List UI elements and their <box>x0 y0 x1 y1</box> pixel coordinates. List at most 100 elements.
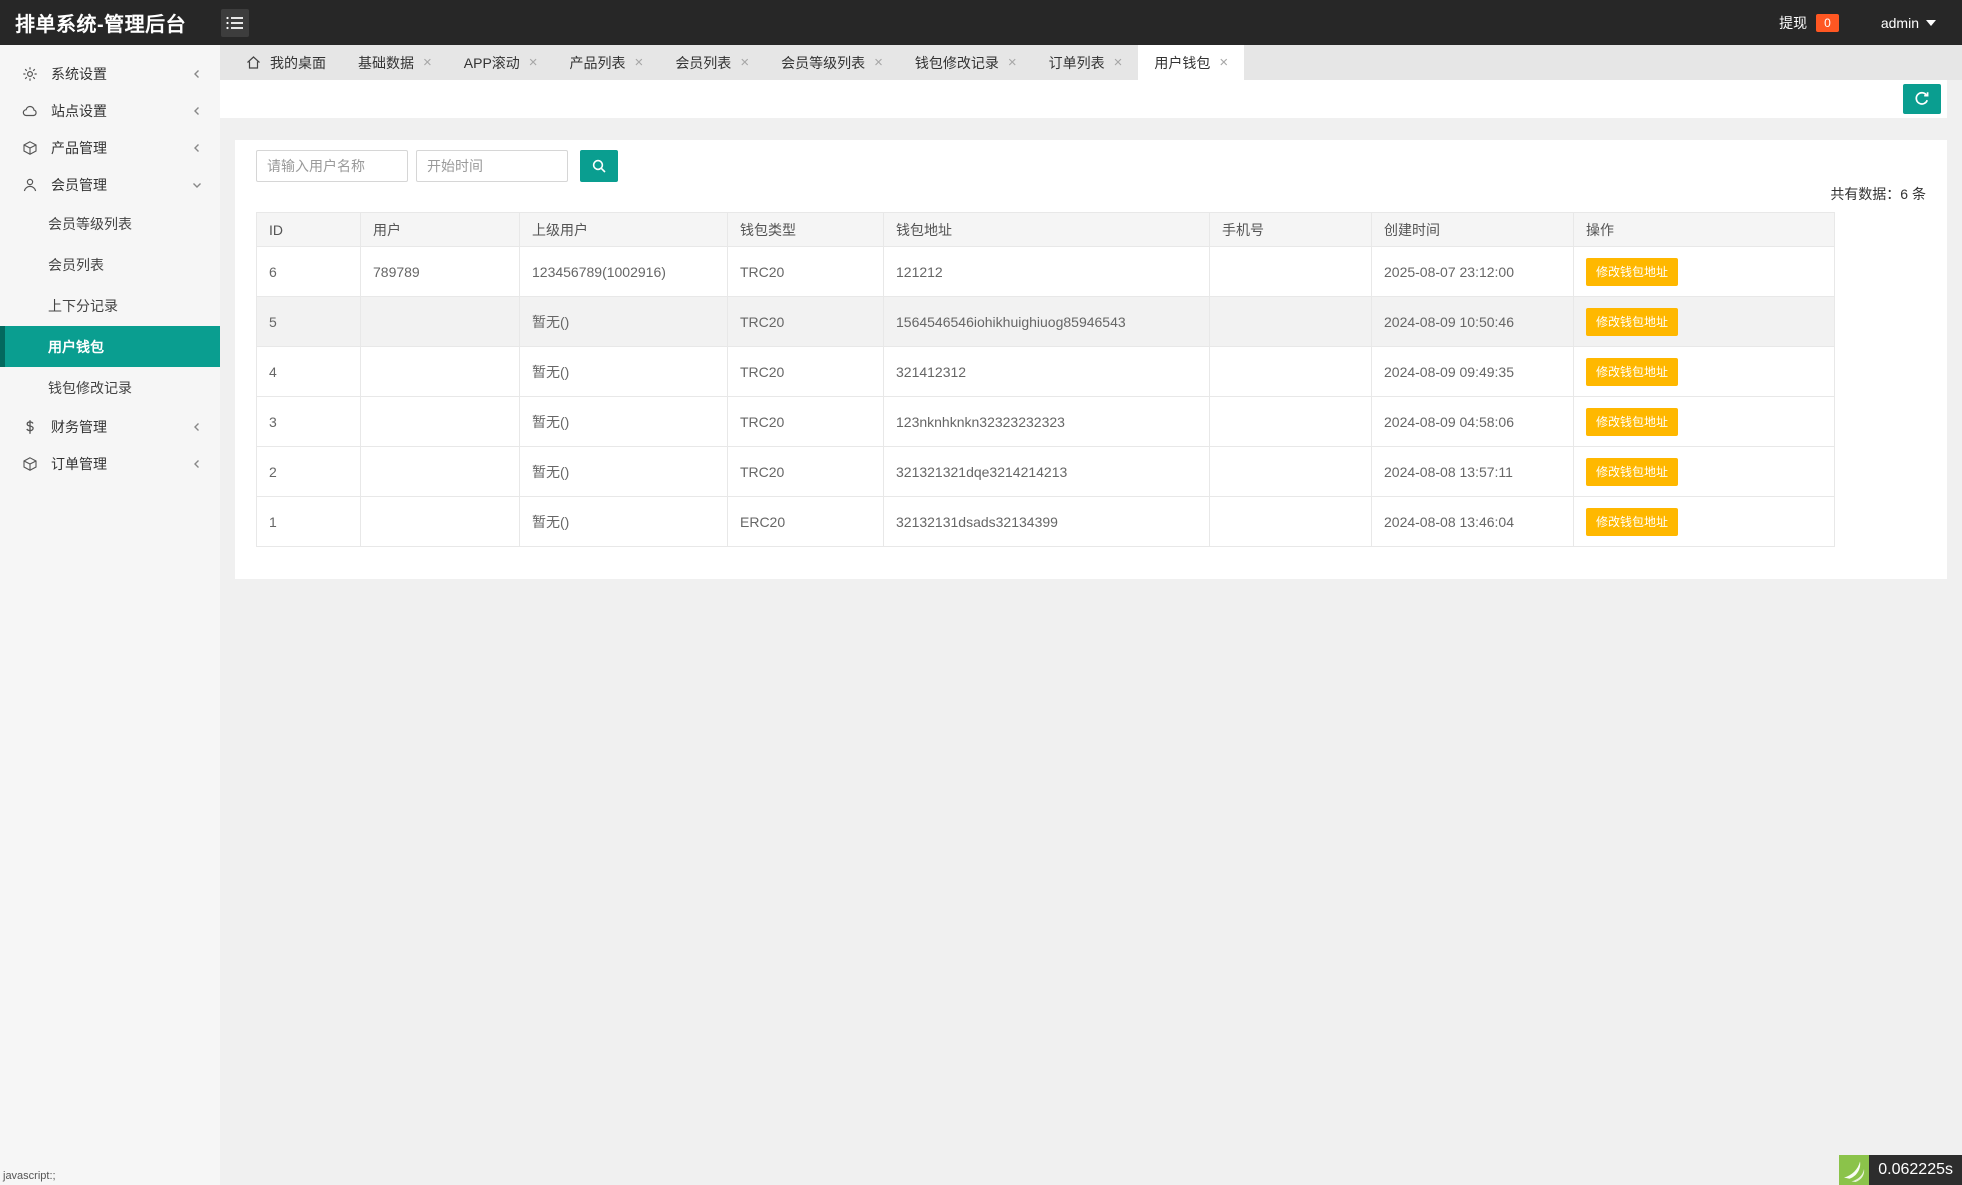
gear-icon <box>22 66 38 82</box>
withdraw-link[interactable]: 提现 0 <box>1779 13 1839 33</box>
cell-created-time: 2024-08-09 09:49:35 <box>1372 347 1574 397</box>
table-row: 5 暂无() TRC20 1564546546iohikhuighiuog859… <box>257 297 1835 347</box>
column-header: 用户 <box>361 213 520 247</box>
tab[interactable]: 订单列表 × <box>1033 45 1139 80</box>
sidebar-subitem[interactable]: 用户钱包 <box>0 326 220 367</box>
render-timer: 0.062225s <box>1839 1155 1962 1185</box>
cell-id: 3 <box>257 397 361 447</box>
column-header: 钱包地址 <box>884 213 1210 247</box>
tab-close-icon[interactable]: × <box>529 55 538 70</box>
edit-wallet-address-button[interactable]: 修改钱包地址 <box>1586 408 1678 436</box>
cell-user: 789789 <box>361 247 520 297</box>
sidebar-subitem[interactable]: 钱包修改记录 <box>0 367 220 408</box>
cell-user <box>361 347 520 397</box>
tab-label: 会员列表 <box>675 53 731 73</box>
search-button[interactable] <box>580 150 618 182</box>
edit-wallet-address-button[interactable]: 修改钱包地址 <box>1586 508 1678 536</box>
menu-toggle-button[interactable] <box>221 9 249 37</box>
hamburger-icon <box>226 16 244 30</box>
cell-created-time: 2024-08-09 10:50:46 <box>1372 297 1574 347</box>
cell-wallet-address: 123nknhknkn32323232323 <box>884 397 1210 447</box>
cell-actions: 修改钱包地址 <box>1574 347 1835 397</box>
sidebar-subitem[interactable]: 上下分记录 <box>0 285 220 326</box>
sidebar-item[interactable]: 系统设置 <box>0 55 220 92</box>
sidebar-subitem[interactable]: 会员等级列表 <box>0 203 220 244</box>
edit-wallet-address-button[interactable]: 修改钱包地址 <box>1586 358 1678 386</box>
edit-wallet-address-button[interactable]: 修改钱包地址 <box>1586 458 1678 486</box>
cell-user <box>361 297 520 347</box>
tab-close-icon[interactable]: × <box>874 55 883 70</box>
cell-id: 2 <box>257 447 361 497</box>
cube-icon <box>22 456 38 472</box>
tab-close-icon[interactable]: × <box>423 55 432 70</box>
cell-wallet-address: 121212 <box>884 247 1210 297</box>
username: admin <box>1881 15 1919 31</box>
sidebar-item[interactable]: 产品管理 <box>0 129 220 166</box>
sidebar-item-label: 会员管理 <box>51 175 107 195</box>
cell-wallet-address: 321321321dqe3214214213 <box>884 447 1210 497</box>
sidebar-item-label: 订单管理 <box>51 454 107 474</box>
cell-user <box>361 447 520 497</box>
withdraw-count-badge: 0 <box>1816 14 1839 32</box>
sidebar-item[interactable]: 站点设置 <box>0 92 220 129</box>
tab[interactable]: 会员等级列表 × <box>765 45 899 80</box>
sidebar-subitem-label: 会员列表 <box>48 255 104 275</box>
cell-parent-user: 暂无() <box>520 297 728 347</box>
sidebar-submenu: 会员等级列表 会员列表 上下分记录 用户钱包 钱包修改记录 <box>0 203 220 408</box>
tab-label: 用户钱包 <box>1154 53 1210 73</box>
cell-phone <box>1210 247 1372 297</box>
tab-label: 订单列表 <box>1049 53 1105 73</box>
sidebar-item-label: 产品管理 <box>51 138 107 158</box>
start-time-input[interactable] <box>416 150 568 182</box>
tab[interactable]: 产品列表 × <box>554 45 660 80</box>
cell-wallet-address: 32132131dsads32134399 <box>884 497 1210 547</box>
sidebar-subitem-label: 会员等级列表 <box>48 214 132 234</box>
cell-parent-user: 123456789(1002916) <box>520 247 728 297</box>
table-row: 3 暂无() TRC20 123nknhknkn32323232323 2024… <box>257 397 1835 447</box>
sidebar-item[interactable]: 会员管理 <box>0 166 220 203</box>
tab-close-icon[interactable]: × <box>1008 55 1017 70</box>
tab[interactable]: 钱包修改记录 × <box>899 45 1033 80</box>
edit-wallet-address-button[interactable]: 修改钱包地址 <box>1586 308 1678 336</box>
search-form <box>256 150 1926 182</box>
tab-close-icon[interactable]: × <box>1219 55 1228 70</box>
column-header: 操作 <box>1574 213 1835 247</box>
tab[interactable]: APP滚动 × <box>448 45 554 80</box>
cell-created-time: 2024-08-08 13:57:11 <box>1372 447 1574 497</box>
tab-close-icon[interactable]: × <box>740 55 749 70</box>
table-row: 6 789789 123456789(1002916) TRC20 121212… <box>257 247 1835 297</box>
chevron-left-icon <box>192 422 202 432</box>
tab-close-icon[interactable]: × <box>1114 55 1123 70</box>
tab[interactable]: 用户钱包 × <box>1138 45 1244 80</box>
cell-wallet-type: TRC20 <box>728 247 884 297</box>
tab-label: APP滚动 <box>464 53 520 73</box>
sidebar-subitem[interactable]: 会员列表 <box>0 244 220 285</box>
link-status-hint: javascript:; <box>3 1170 56 1182</box>
sidebar-group: 站点设置 <box>0 92 220 129</box>
refresh-button[interactable] <box>1903 84 1941 114</box>
thinkphp-logo-icon <box>1839 1155 1869 1185</box>
refresh-icon <box>1913 90 1931 108</box>
sidebar-item[interactable]: 财务管理 <box>0 408 220 445</box>
tab-close-icon[interactable]: × <box>635 55 644 70</box>
tab[interactable]: 会员列表 × <box>659 45 765 80</box>
content-panel: 共有数据：6 条 ID用户上级用户钱包类型钱包地址手机号创建时间操作 6 789… <box>235 140 1947 579</box>
cell-wallet-address: 1564546546iohikhuighiuog85946543 <box>884 297 1210 347</box>
sidebar-item-label: 站点设置 <box>51 101 107 121</box>
edit-wallet-address-button[interactable]: 修改钱包地址 <box>1586 258 1678 286</box>
header-right: 提现 0 admin <box>1779 13 1962 33</box>
cell-phone <box>1210 347 1372 397</box>
cell-created-time: 2025-08-07 23:12:00 <box>1372 247 1574 297</box>
user-menu[interactable]: admin <box>1881 14 1936 31</box>
cell-id: 6 <box>257 247 361 297</box>
chevron-left-icon <box>192 459 202 469</box>
cube-icon <box>22 140 38 156</box>
chevron-left-icon <box>192 143 202 153</box>
cell-phone <box>1210 447 1372 497</box>
cell-parent-user: 暂无() <box>520 447 728 497</box>
tab[interactable]: 我的桌面 <box>230 45 342 80</box>
sidebar-item[interactable]: 订单管理 <box>0 445 220 482</box>
tab[interactable]: 基础数据 × <box>342 45 448 80</box>
column-header: 上级用户 <box>520 213 728 247</box>
username-search-input[interactable] <box>256 150 408 182</box>
